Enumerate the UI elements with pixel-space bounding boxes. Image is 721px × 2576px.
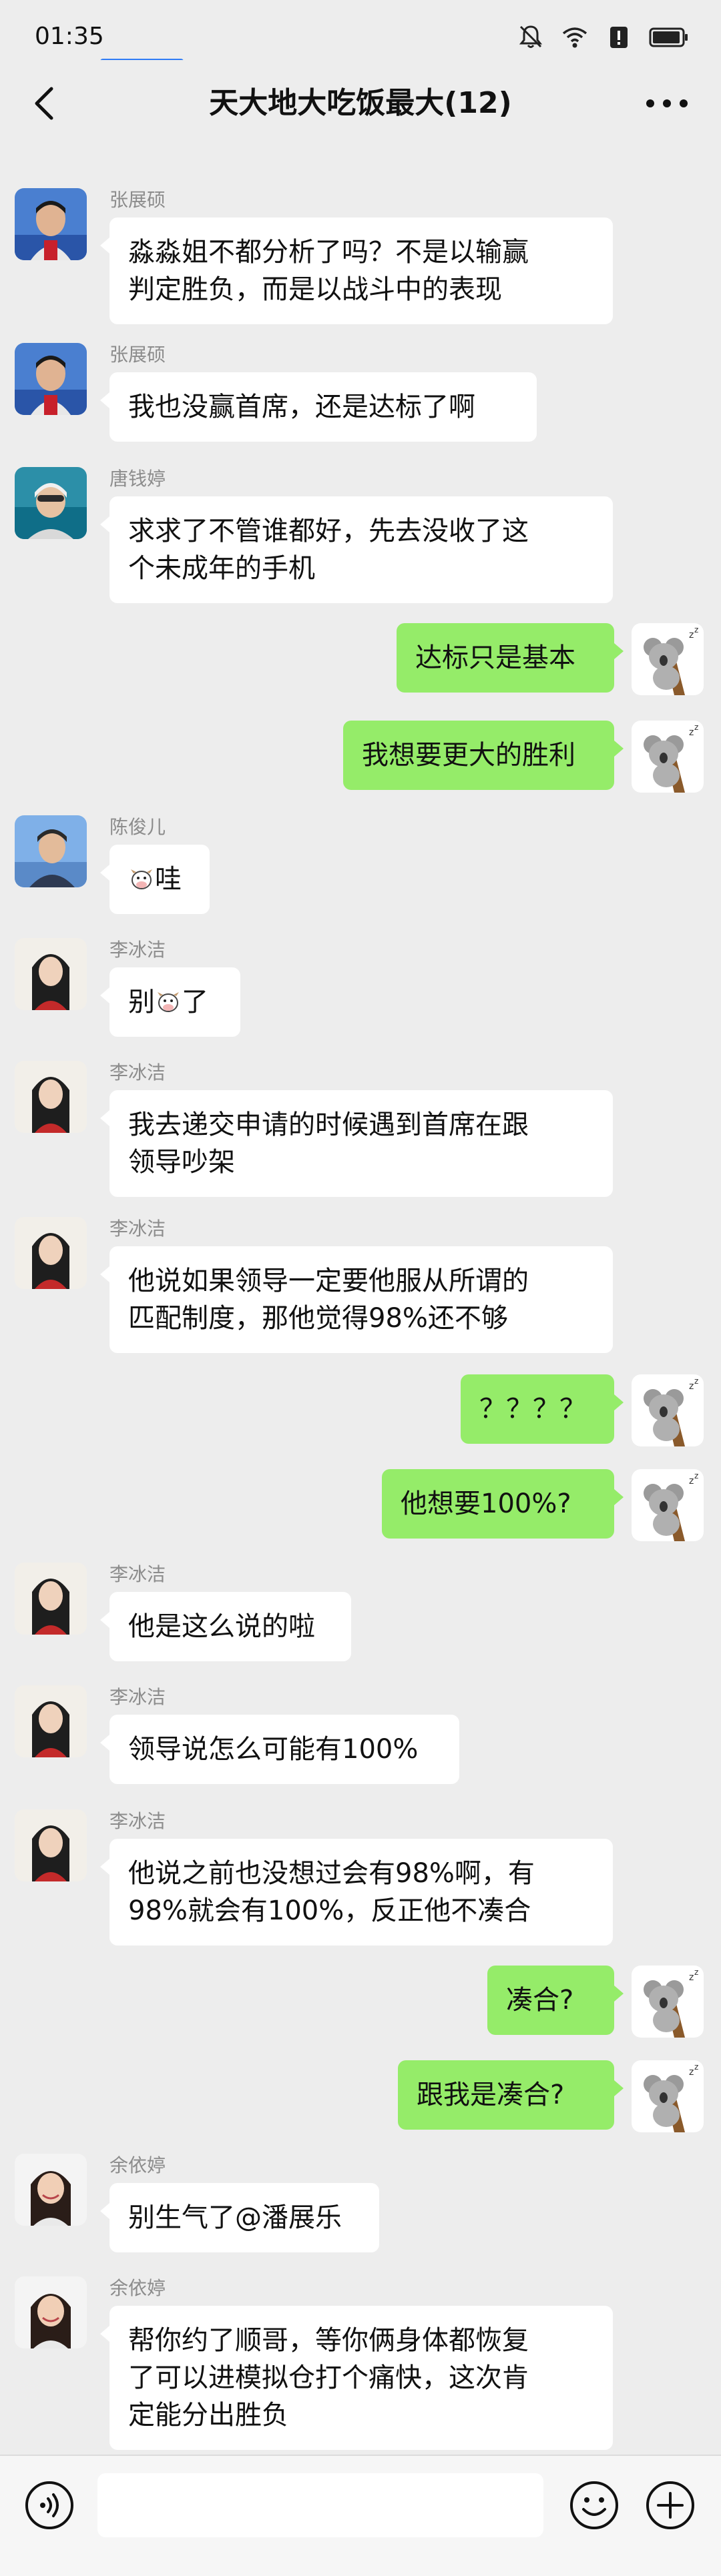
li-bingjie-avatar[interactable]	[15, 938, 87, 1010]
svg-text:z: z	[689, 1972, 694, 1983]
li-bingjie-avatar[interactable]	[15, 1809, 87, 1881]
li-bingjie-avatar[interactable]	[15, 1563, 87, 1635]
chat-title: 天大地大吃饭最大(12)	[209, 86, 512, 120]
message-bubble[interactable]: 他想要100%?	[382, 1469, 624, 1539]
koala-avatar[interactable]: z z	[632, 1966, 704, 2038]
status-icons	[517, 23, 689, 51]
message-bubble[interactable]: 别了	[100, 967, 240, 1037]
yu-yiting-avatar[interactable]	[15, 2276, 87, 2348]
message-bubble[interactable]: 我去递交申请的时候遇到首席在跟 领导吵架	[100, 1090, 613, 1197]
sender-name: 唐钱婷	[109, 468, 166, 490]
cow-emoji-icon	[158, 992, 179, 1012]
svg-text:z: z	[694, 625, 698, 634]
zhang-zhanshuo-avatar[interactable]	[15, 188, 87, 260]
message-bubble[interactable]: 跟我是凑合?	[398, 2060, 624, 2130]
message-bubble[interactable]: 哇	[100, 845, 210, 914]
message-bubble[interactable]: 他说如果领导一定要他服从所谓的 匹配制度，那他觉得98%还不够	[100, 1246, 613, 1353]
koala-avatar[interactable]: z z	[632, 1469, 704, 1541]
more-button[interactable]	[637, 80, 697, 127]
message-bubble[interactable]: 淼淼姐不都分析了吗？不是以输赢 判定胜负，而是以战斗中的表现	[100, 218, 613, 324]
sender-name: 余依婷	[109, 2154, 166, 2176]
message-bubble[interactable]: 我也没赢首席，还是达标了啊	[100, 372, 537, 442]
sender-name: 李冰洁	[109, 1061, 166, 1084]
message-bubble[interactable]: 他说之前也没想过会有98%啊，有 98%就会有100%，反正他不凑合	[100, 1839, 613, 1946]
battery-icon	[649, 27, 688, 47]
svg-text:z: z	[689, 1476, 694, 1486]
sender-name: 张展硕	[109, 189, 166, 211]
message-bubble[interactable]: 达标只是基本	[397, 623, 624, 693]
li-bingjie-avatar[interactable]	[15, 1685, 87, 1757]
svg-text:z: z	[689, 630, 694, 640]
sender-name: 李冰洁	[109, 1810, 166, 1832]
voice-icon[interactable]	[24, 2480, 75, 2531]
input-bar	[0, 2455, 721, 2576]
plus-icon[interactable]	[645, 2480, 696, 2531]
message-input[interactable]	[97, 2473, 543, 2537]
svg-text:z: z	[689, 2067, 694, 2078]
koala-avatar[interactable]: z z	[632, 2060, 704, 2132]
chen-juner-avatar[interactable]	[15, 815, 87, 887]
svg-text:z: z	[689, 1381, 694, 1392]
status-time: 01:35	[35, 23, 104, 50]
sender-name: 李冰洁	[109, 1218, 166, 1240]
sender-name: 李冰洁	[109, 1686, 166, 1708]
chat-message-list[interactable]: 张展硕 淼淼姐不都分析了吗？不是以输赢 判定胜负，而是以战斗中的表现 张展硕 我…	[0, 148, 721, 2455]
message-bubble[interactable]: 凑合?	[487, 1966, 624, 2035]
svg-text:z: z	[694, 2062, 698, 2072]
sender-name: 张展硕	[109, 344, 166, 366]
koala-avatar[interactable]: z z	[632, 721, 704, 793]
sender-name: 李冰洁	[109, 1563, 166, 1585]
sender-name: 陈俊儿	[109, 816, 166, 838]
message-bubble[interactable]: 求求了不管谁都好，先去没收了这 个未成年的手机	[100, 496, 613, 603]
message-bubble[interactable]: 别生气了@潘展乐	[100, 2183, 379, 2252]
svg-text:z: z	[694, 723, 698, 732]
koala-avatar[interactable]: z z	[632, 1374, 704, 1446]
koala-avatar[interactable]: z z	[632, 623, 704, 695]
li-bingjie-avatar[interactable]	[15, 1061, 87, 1133]
chevron-left-icon	[35, 87, 53, 120]
nav-bar: 天大地大吃饭最大(12)	[0, 60, 721, 148]
message-bubble[interactable]: ？？？？	[461, 1374, 624, 1444]
wifi-icon	[562, 27, 587, 48]
svg-text:z: z	[689, 727, 694, 738]
yu-yiting-avatar[interactable]	[15, 2154, 87, 2226]
li-bingjie-avatar[interactable]	[15, 1217, 87, 1289]
tang-qianting-avatar[interactable]	[15, 467, 87, 539]
message-bubble[interactable]: 他是这么说的啦	[100, 1592, 351, 1661]
back-button[interactable]	[21, 80, 68, 127]
alert-icon	[610, 27, 628, 48]
zhang-zhanshuo-avatar[interactable]	[15, 343, 87, 415]
message-bubble[interactable]: 领导说怎么可能有100%	[100, 1715, 459, 1784]
mute-bell-icon	[519, 25, 543, 48]
svg-text:z: z	[694, 1968, 698, 1977]
svg-text:z: z	[694, 1376, 698, 1386]
emoji-icon[interactable]	[569, 2480, 620, 2531]
status-bar: 01:35	[0, 0, 721, 64]
more-dots-icon	[646, 99, 688, 107]
message-bubble[interactable]: 我想要更大的胜利	[343, 721, 624, 790]
svg-text:z: z	[694, 1471, 698, 1480]
message-bubble[interactable]: 帮你约了顺哥，等你俩身体都恢复 了可以进模拟仓打个痛快，这次肯 定能分出胜负	[100, 2306, 613, 2450]
cow-emoji-icon	[131, 869, 152, 889]
sender-name: 李冰洁	[109, 939, 166, 961]
sender-name: 余依婷	[109, 2277, 166, 2299]
